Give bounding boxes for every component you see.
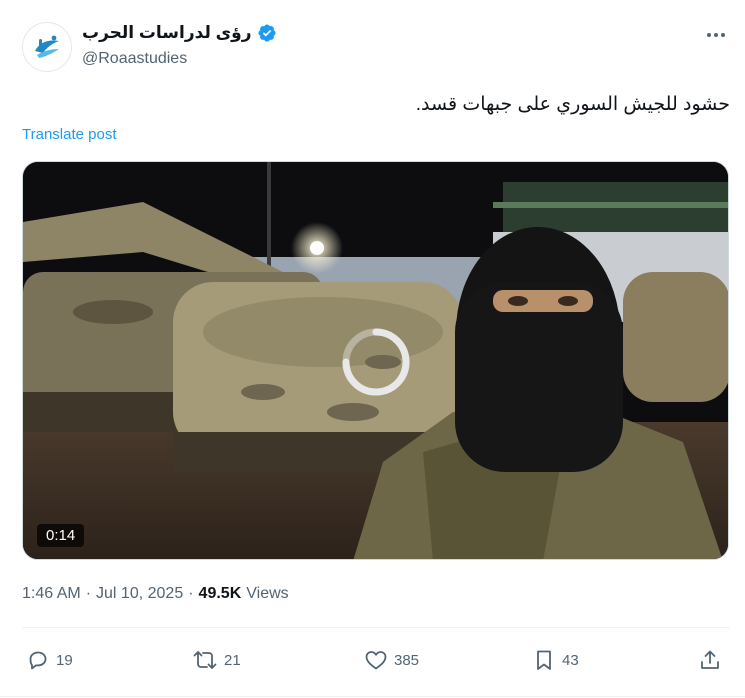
more-dots-icon [707, 33, 725, 37]
video-player[interactable]: 0:14 [22, 161, 729, 560]
post-meta: 1:46 AM · Jul 10, 2025 · 49.5K Views [22, 585, 289, 603]
bookmark-icon [537, 650, 551, 670]
post-text: حشود للجيش السوري على جبهات قسد. [415, 94, 730, 115]
more-options-button[interactable] [703, 22, 729, 48]
divider [22, 627, 730, 628]
bottom-border [0, 696, 745, 697]
share-button[interactable] [698, 640, 722, 680]
repost-count: 21 [224, 651, 241, 669]
author-name-row[interactable]: رؤى لدراسات الحرب [82, 23, 277, 43]
views-label: Views [246, 585, 289, 602]
action-bar: 19 21 385 43 [22, 640, 730, 680]
like-count: 385 [394, 651, 420, 669]
repost-button[interactable]: 21 [192, 640, 241, 680]
video-frame-image [23, 162, 728, 559]
meta-separator: · [85, 585, 92, 602]
bookmark-count: 43 [562, 651, 579, 669]
views-count: 49.5K [198, 585, 242, 602]
reply-button[interactable]: 19 [26, 640, 73, 680]
reply-count: 19 [56, 651, 73, 669]
bookmark-button[interactable]: 43 [532, 640, 579, 680]
author-handle[interactable]: @Roaastudies [82, 50, 187, 68]
post-date[interactable]: Jul 10, 2025 [96, 585, 183, 603]
heart-icon [365, 651, 387, 670]
translate-post-link[interactable]: Translate post [22, 126, 117, 143]
share-icon [701, 650, 719, 669]
author-display-name[interactable]: رؤى لدراسات الحرب [82, 23, 252, 43]
roaa-logo-icon [29, 29, 65, 65]
video-duration-badge: 0:14 [37, 524, 85, 547]
post-time[interactable]: 1:46 AM [22, 585, 81, 603]
verified-badge-icon [257, 24, 276, 42]
repost-icon [193, 651, 217, 669]
avatar[interactable] [22, 22, 72, 72]
reply-icon [29, 651, 47, 670]
like-button[interactable]: 385 [364, 640, 419, 680]
meta-separator: · [188, 585, 194, 602]
